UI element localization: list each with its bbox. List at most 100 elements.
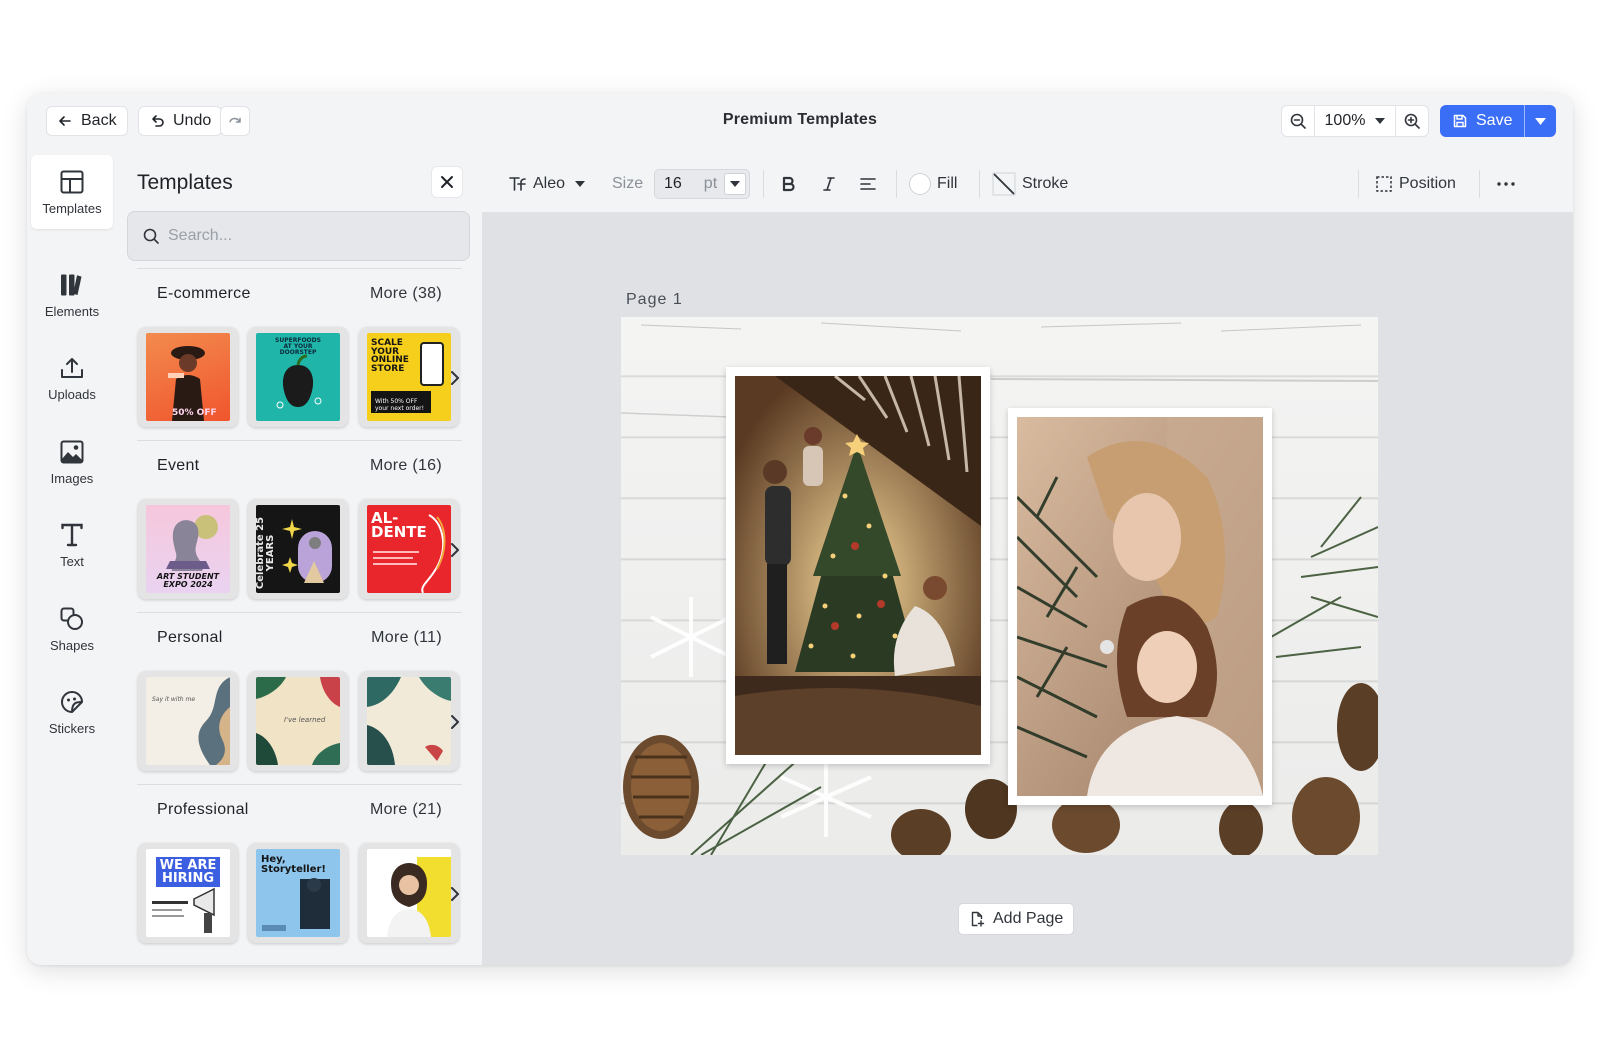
zoom-in-icon <box>1404 113 1420 129</box>
zoom-in-button[interactable] <box>1396 106 1428 136</box>
stroke-label: Stroke <box>1022 175 1069 192</box>
template-text: I've learned <box>284 716 326 724</box>
template-text: Celebrate 25 YEARS <box>256 516 276 590</box>
zoom-out-icon <box>1290 113 1306 129</box>
template-thumb[interactable]: SCALE YOUR ONLINE STORE With 50% OFF your… <box>359 327 459 427</box>
italic-button[interactable] <box>822 155 836 213</box>
rail-item-label: Templates <box>42 200 102 216</box>
bold-icon <box>782 176 795 192</box>
mother-daughter-photo <box>1017 417 1263 796</box>
add-page-label: Add Page <box>993 910 1064 927</box>
divider <box>137 268 462 269</box>
font-family-select[interactable]: Aleo <box>509 155 586 213</box>
image-icon <box>60 440 84 463</box>
fill-button[interactable]: Fill <box>909 155 957 213</box>
top-bar: Back Undo Premium Templates 100% Save <box>27 93 1573 155</box>
rail-item-text[interactable]: Text <box>31 508 113 582</box>
template-thumb[interactable]: Celebrate 25 YEARS <box>248 499 348 599</box>
svg-text:With 50% OFF: With 50% OFF <box>375 398 418 405</box>
position-label: Position <box>1399 175 1456 192</box>
text-icon <box>61 523 83 546</box>
design-page[interactable] <box>621 317 1378 855</box>
caret-down-icon <box>1535 117 1547 125</box>
mother-daughter-photo-art <box>1017 417 1263 796</box>
template-thumb[interactable]: Hey, Storyteller! <box>248 843 348 943</box>
rail-item-templates[interactable]: Templates <box>31 155 113 229</box>
category-title: Event <box>157 457 200 474</box>
shapes-icon <box>60 607 83 630</box>
zoom-select[interactable]: 100% <box>1314 106 1396 136</box>
align-button[interactable] <box>860 155 876 213</box>
template-thumb[interactable]: WE ARE HIRING <box>138 843 238 943</box>
italic-icon <box>823 177 835 191</box>
more-link[interactable]: More (11) <box>371 629 442 647</box>
rail-item-stickers[interactable]: Stickers <box>31 675 113 749</box>
template-text: SCALE YOUR ONLINE STORE <box>371 338 409 374</box>
fill-swatch <box>909 173 931 195</box>
rail-item-images[interactable]: Images <box>31 425 113 499</box>
close-icon <box>441 176 453 188</box>
search-input[interactable] <box>168 227 448 245</box>
sticker-icon <box>61 690 83 713</box>
chevron-right-icon[interactable] <box>447 714 463 730</box>
chevron-right-icon[interactable] <box>447 370 463 386</box>
photo-frame[interactable] <box>726 367 990 764</box>
more-options-button[interactable] <box>1497 155 1515 213</box>
zoom-control: 100% <box>1281 105 1429 137</box>
toolbar-divider <box>1479 170 1480 198</box>
template-text: SUPERFOODS AT YOUR DOORSTEP <box>275 337 321 356</box>
more-horizontal-icon <box>1497 182 1515 186</box>
svg-text:your next order!: your next order! <box>375 405 424 412</box>
caret-down-icon <box>575 181 586 187</box>
more-link[interactable]: More (21) <box>370 801 442 819</box>
template-thumb[interactable]: I've learned <box>248 671 348 771</box>
bold-button[interactable] <box>782 155 796 213</box>
template-thumb[interactable]: SUPERFOODS AT YOUR DOORSTEP <box>248 327 348 427</box>
template-text: ART STUDENT EXPO 2024 <box>156 572 220 589</box>
divider <box>137 612 462 613</box>
zoom-value: 100% <box>1324 112 1366 129</box>
template-thumb[interactable]: AL-DENTE <box>359 499 459 599</box>
template-thumb[interactable]: Say it with me <box>138 671 238 771</box>
caret-down-icon <box>730 181 740 187</box>
template-text: AL-DENTE <box>371 509 427 542</box>
rail-item-uploads[interactable]: Uploads <box>31 341 113 415</box>
position-button[interactable]: Position <box>1375 155 1456 213</box>
template-thumb[interactable]: 50% OFF <box>138 327 238 427</box>
toolbar-divider <box>979 170 980 198</box>
save-button[interactable]: Save <box>1440 105 1524 137</box>
chevron-right-icon[interactable] <box>447 886 463 902</box>
photo-frame[interactable] <box>1008 408 1272 805</box>
font-size-field[interactable]: 16 pt <box>654 169 750 199</box>
save-options-button[interactable] <box>1524 105 1556 137</box>
zoom-out-button[interactable] <box>1282 106 1314 136</box>
upload-icon <box>61 357 83 378</box>
left-rail: Templates Elements Uploads Images Text S… <box>27 155 119 965</box>
close-panel-button[interactable] <box>431 166 463 198</box>
rail-item-shapes[interactable]: Shapes <box>31 592 113 666</box>
add-page-icon <box>971 911 985 927</box>
save-icon <box>1453 114 1467 128</box>
chevron-right-icon[interactable] <box>447 542 463 558</box>
template-art <box>367 677 451 765</box>
more-link[interactable]: More (38) <box>370 285 442 303</box>
add-page-button[interactable]: Add Page <box>958 903 1075 935</box>
elements-icon <box>61 274 82 295</box>
template-thumb[interactable] <box>359 843 459 943</box>
size-label: Size <box>612 175 644 192</box>
toolbar-divider <box>896 170 897 198</box>
template-thumb[interactable]: ART STUDENT EXPO 2024 <box>138 499 238 599</box>
rail-item-label: Text <box>60 553 84 569</box>
font-icon <box>509 177 526 191</box>
category-title: E-commerce <box>157 285 251 302</box>
more-link[interactable]: More (16) <box>370 457 442 475</box>
caret-down-icon <box>1375 118 1386 124</box>
font-size-dropdown[interactable] <box>724 173 746 195</box>
template-thumb[interactable] <box>359 671 459 771</box>
position-icon <box>1376 176 1392 192</box>
template-text: WE ARE HIRING <box>156 857 220 887</box>
stroke-none-icon <box>992 172 1016 196</box>
search-icon <box>143 228 159 244</box>
rail-item-elements[interactable]: Elements <box>31 258 113 332</box>
stroke-button[interactable]: Stroke <box>992 155 1068 213</box>
